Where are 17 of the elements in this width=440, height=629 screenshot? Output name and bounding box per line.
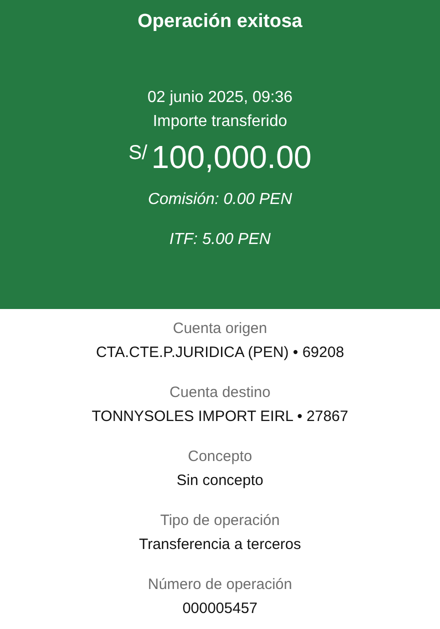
detail-label: Cuenta origen	[172, 319, 268, 339]
detail-value: Transferencia a terceros	[138, 535, 301, 555]
commission-text: Comisión: 0.00 PEN	[148, 190, 292, 210]
page-title: Operación exitosa	[138, 10, 302, 34]
itf-text: ITF: 5.00 PEN	[169, 230, 271, 250]
detail-label: Cuenta destino	[170, 383, 270, 403]
detail-label: Número de operación	[148, 575, 292, 595]
amount-value: 100,000.00	[151, 138, 312, 176]
currency-symbol: S/	[128, 142, 148, 165]
detail-value: 000005457	[182, 599, 258, 619]
detail-label: Tipo de operación	[160, 511, 280, 531]
detail-value: TONNYSOLES IMPORT EIRL • 27867	[92, 407, 348, 427]
detail-value: CTA.CTE.P.JURIDICA (PEN) • 69208	[96, 343, 344, 363]
detail-value: Sin concepto	[176, 471, 264, 491]
date-time: 02 junio 2025, 09:36	[147, 88, 292, 108]
amount-label: Importe transferido	[152, 112, 288, 132]
detail-label: Concepto	[188, 447, 252, 467]
